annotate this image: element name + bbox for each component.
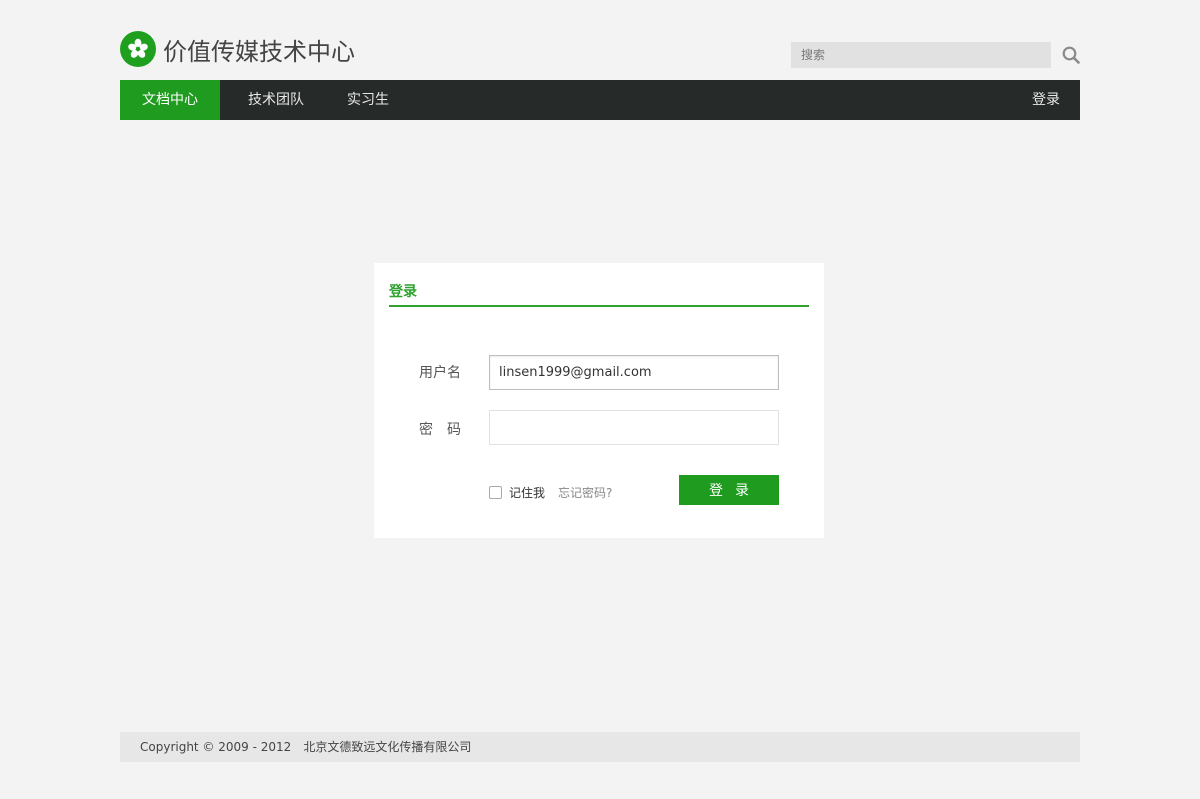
logo[interactable]: 价值传媒技术中心	[120, 31, 355, 67]
username-field[interactable]	[489, 355, 779, 390]
search-input[interactable]	[791, 42, 1051, 68]
search-icon	[1062, 46, 1080, 64]
nav-item-docs[interactable]: 文档中心	[120, 80, 220, 120]
forgot-password-link[interactable]: 忘记密码?	[558, 484, 612, 501]
password-label: 密码	[419, 422, 475, 438]
copyright-text: Copyright © 2009 - 2012	[140, 740, 292, 754]
login-button[interactable]: 登录	[679, 475, 779, 505]
nav-login-link[interactable]: 登录	[1032, 80, 1060, 120]
search-bar	[791, 42, 1080, 68]
site-footer: Copyright © 2009 - 2012 北京文德致远文化传播有限公司	[120, 732, 1080, 762]
site-header: 价值传媒技术中心	[120, 30, 1080, 80]
username-label: 用户名	[419, 365, 461, 381]
nav-item-team[interactable]: 技术团队	[248, 80, 304, 120]
site-title: 价值传媒技术中心	[163, 38, 355, 66]
login-card: 登录 用户名 密码 记住我 忘记密码? 登录	[374, 263, 824, 538]
remember-row: 记住我 忘记密码?	[489, 484, 612, 501]
nav-item-intern[interactable]: 实习生	[347, 80, 389, 120]
company-name: 北京文德致远文化传播有限公司	[303, 740, 472, 754]
main-nav: 文档中心 技术团队 实习生 登录	[120, 80, 1080, 120]
logo-icon	[120, 31, 156, 67]
search-button[interactable]	[1051, 42, 1080, 68]
login-title: 登录	[389, 284, 417, 300]
footer-text: Copyright © 2009 - 2012 北京文德致远文化传播有限公司	[140, 732, 471, 762]
title-divider	[389, 305, 809, 307]
remember-label[interactable]: 记住我	[509, 484, 545, 501]
remember-checkbox[interactable]	[489, 486, 502, 499]
password-field[interactable]	[489, 410, 779, 445]
